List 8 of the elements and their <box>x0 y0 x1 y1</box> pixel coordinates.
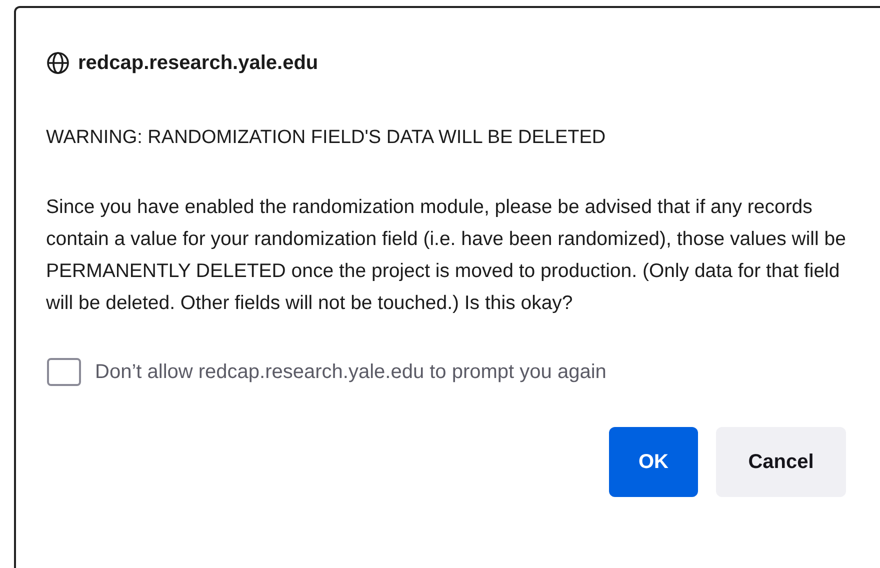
ok-button[interactable]: OK <box>609 426 698 496</box>
prompt-checkbox[interactable] <box>47 358 81 386</box>
dialog-origin: redcap.research.yale.edu <box>78 51 318 76</box>
globe-icon <box>46 51 70 75</box>
warning-heading: WARNING: RANDOMIZATION FIELD'S DATA WILL BE DELETED <box>46 126 607 150</box>
warning-message: Since you have enabled the randomization module, please be advised that if any records contain a value for your randomization field (i.e. have been randomized), those values will be PERMANENTLY DELETED once the project is moved to production. (Only data for that field will be deleted. Other fields will not be touched.) Is this okay? <box>46 194 846 316</box>
checkbox-label: Don’t allow redcap.research.yale.edu to prompt you again <box>95 360 606 384</box>
cancel-button[interactable]: Cancel <box>716 426 846 496</box>
